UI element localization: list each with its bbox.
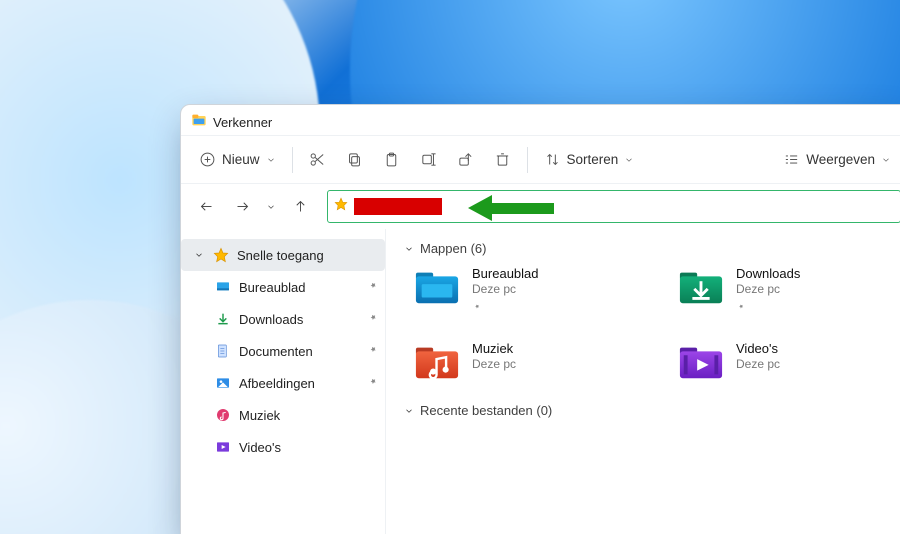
address-bar[interactable] xyxy=(327,190,900,223)
title-bar: Verkenner xyxy=(181,105,900,135)
sidebar-quick-access[interactable]: Snelle toegang xyxy=(181,239,385,271)
annotation-arrow xyxy=(468,195,554,221)
sidebar-item-pictures[interactable]: Afbeeldingen xyxy=(181,367,385,399)
rename-icon xyxy=(420,151,437,168)
chevron-down-icon xyxy=(193,250,205,260)
copy-icon xyxy=(346,151,363,168)
star-icon xyxy=(213,247,229,263)
folder-sub: Deze pc xyxy=(472,357,516,371)
folder-name: Muziek xyxy=(472,341,516,356)
new-button[interactable]: Nieuw xyxy=(189,142,286,178)
share-icon xyxy=(457,151,474,168)
divider xyxy=(527,147,528,173)
share-button[interactable] xyxy=(447,142,484,178)
clipboard-icon xyxy=(383,151,400,168)
pin-icon xyxy=(736,299,800,317)
explorer-window: Verkenner Nieuw Sorteren Weergeven xyxy=(180,104,900,534)
sidebar-item-label: Afbeeldingen xyxy=(239,376,315,391)
sidebar-item-music[interactable]: Muziek xyxy=(181,399,385,431)
folder-name: Downloads xyxy=(736,266,800,281)
view-label: Weergeven xyxy=(806,152,875,167)
sidebar-item-videos[interactable]: Video's xyxy=(181,431,385,463)
rename-button[interactable] xyxy=(410,142,447,178)
sidebar-item-label: Bureaublad xyxy=(239,280,306,295)
back-button[interactable] xyxy=(189,190,223,224)
toolbar: Nieuw Sorteren Weergeven xyxy=(181,135,900,183)
folder-grid: Bureaublad Deze pc Downloads Deze pc xyxy=(414,266,899,381)
pin-icon xyxy=(367,344,379,359)
paste-button[interactable] xyxy=(373,142,410,178)
explorer-icon xyxy=(191,112,207,133)
recent-locations-button[interactable] xyxy=(261,190,281,224)
view-icon xyxy=(783,151,800,168)
pictures-icon xyxy=(215,375,231,391)
sidebar-item-label: Video's xyxy=(239,440,281,455)
group-label: Mappen (6) xyxy=(420,241,486,256)
content-pane: Mappen (6) Bureaublad Deze pc Downloads … xyxy=(386,229,900,534)
folder-item-desktop[interactable]: Bureaublad Deze pc xyxy=(414,266,654,317)
new-label: Nieuw xyxy=(222,152,260,167)
sort-icon xyxy=(544,151,561,168)
folder-item-downloads[interactable]: Downloads Deze pc xyxy=(678,266,900,317)
nav-row xyxy=(181,183,900,229)
sort-button[interactable]: Sorteren xyxy=(534,142,645,178)
copy-button[interactable] xyxy=(336,142,373,178)
sidebar-item-label: Downloads xyxy=(239,312,303,327)
chevron-down-icon xyxy=(404,406,414,416)
desktop-icon xyxy=(215,279,231,295)
chevron-down-icon xyxy=(266,155,276,165)
sidebar: Snelle toegang Bureaublad Downloads Docu… xyxy=(181,229,386,534)
pin-icon xyxy=(472,299,539,317)
star-icon xyxy=(334,197,348,216)
address-text-redacted xyxy=(354,198,442,215)
chevron-down-icon xyxy=(624,155,634,165)
forward-button[interactable] xyxy=(225,190,259,224)
folder-name: Video's xyxy=(736,341,780,356)
group-label: Recente bestanden (0) xyxy=(420,403,552,418)
chevron-down-icon xyxy=(404,244,414,254)
sort-label: Sorteren xyxy=(567,152,619,167)
folder-item-videos[interactable]: Video's Deze pc xyxy=(678,341,900,381)
sidebar-label: Snelle toegang xyxy=(237,248,324,263)
chevron-down-icon xyxy=(881,155,891,165)
video-icon xyxy=(215,439,231,455)
folder-sub: Deze pc xyxy=(736,357,780,371)
window-title: Verkenner xyxy=(213,115,272,130)
sidebar-item-documents[interactable]: Documenten xyxy=(181,335,385,367)
up-button[interactable] xyxy=(283,190,317,224)
group-folders-header[interactable]: Mappen (6) xyxy=(404,241,899,256)
sidebar-item-label: Muziek xyxy=(239,408,280,423)
pin-icon xyxy=(367,312,379,327)
videos-folder-icon xyxy=(678,341,724,381)
group-recent-header[interactable]: Recente bestanden (0) xyxy=(404,403,899,418)
folder-name: Bureaublad xyxy=(472,266,539,281)
sidebar-item-downloads[interactable]: Downloads xyxy=(181,303,385,335)
view-button[interactable]: Weergeven xyxy=(773,142,900,178)
scissors-icon xyxy=(309,151,326,168)
folder-sub: Deze pc xyxy=(736,282,800,296)
music-folder-icon xyxy=(414,341,460,381)
pin-icon xyxy=(367,280,379,295)
sidebar-item-label: Documenten xyxy=(239,344,313,359)
document-icon xyxy=(215,343,231,359)
music-icon xyxy=(215,407,231,423)
divider xyxy=(292,147,293,173)
delete-button[interactable] xyxy=(484,142,521,178)
pin-icon xyxy=(367,376,379,391)
downloads-folder-icon xyxy=(678,266,724,306)
folder-sub: Deze pc xyxy=(472,282,539,296)
folder-item-music[interactable]: Muziek Deze pc xyxy=(414,341,654,381)
trash-icon xyxy=(494,151,511,168)
download-icon xyxy=(215,311,231,327)
desktop-folder-icon xyxy=(414,266,460,306)
sidebar-item-desktop[interactable]: Bureaublad xyxy=(181,271,385,303)
cut-button[interactable] xyxy=(299,142,336,178)
